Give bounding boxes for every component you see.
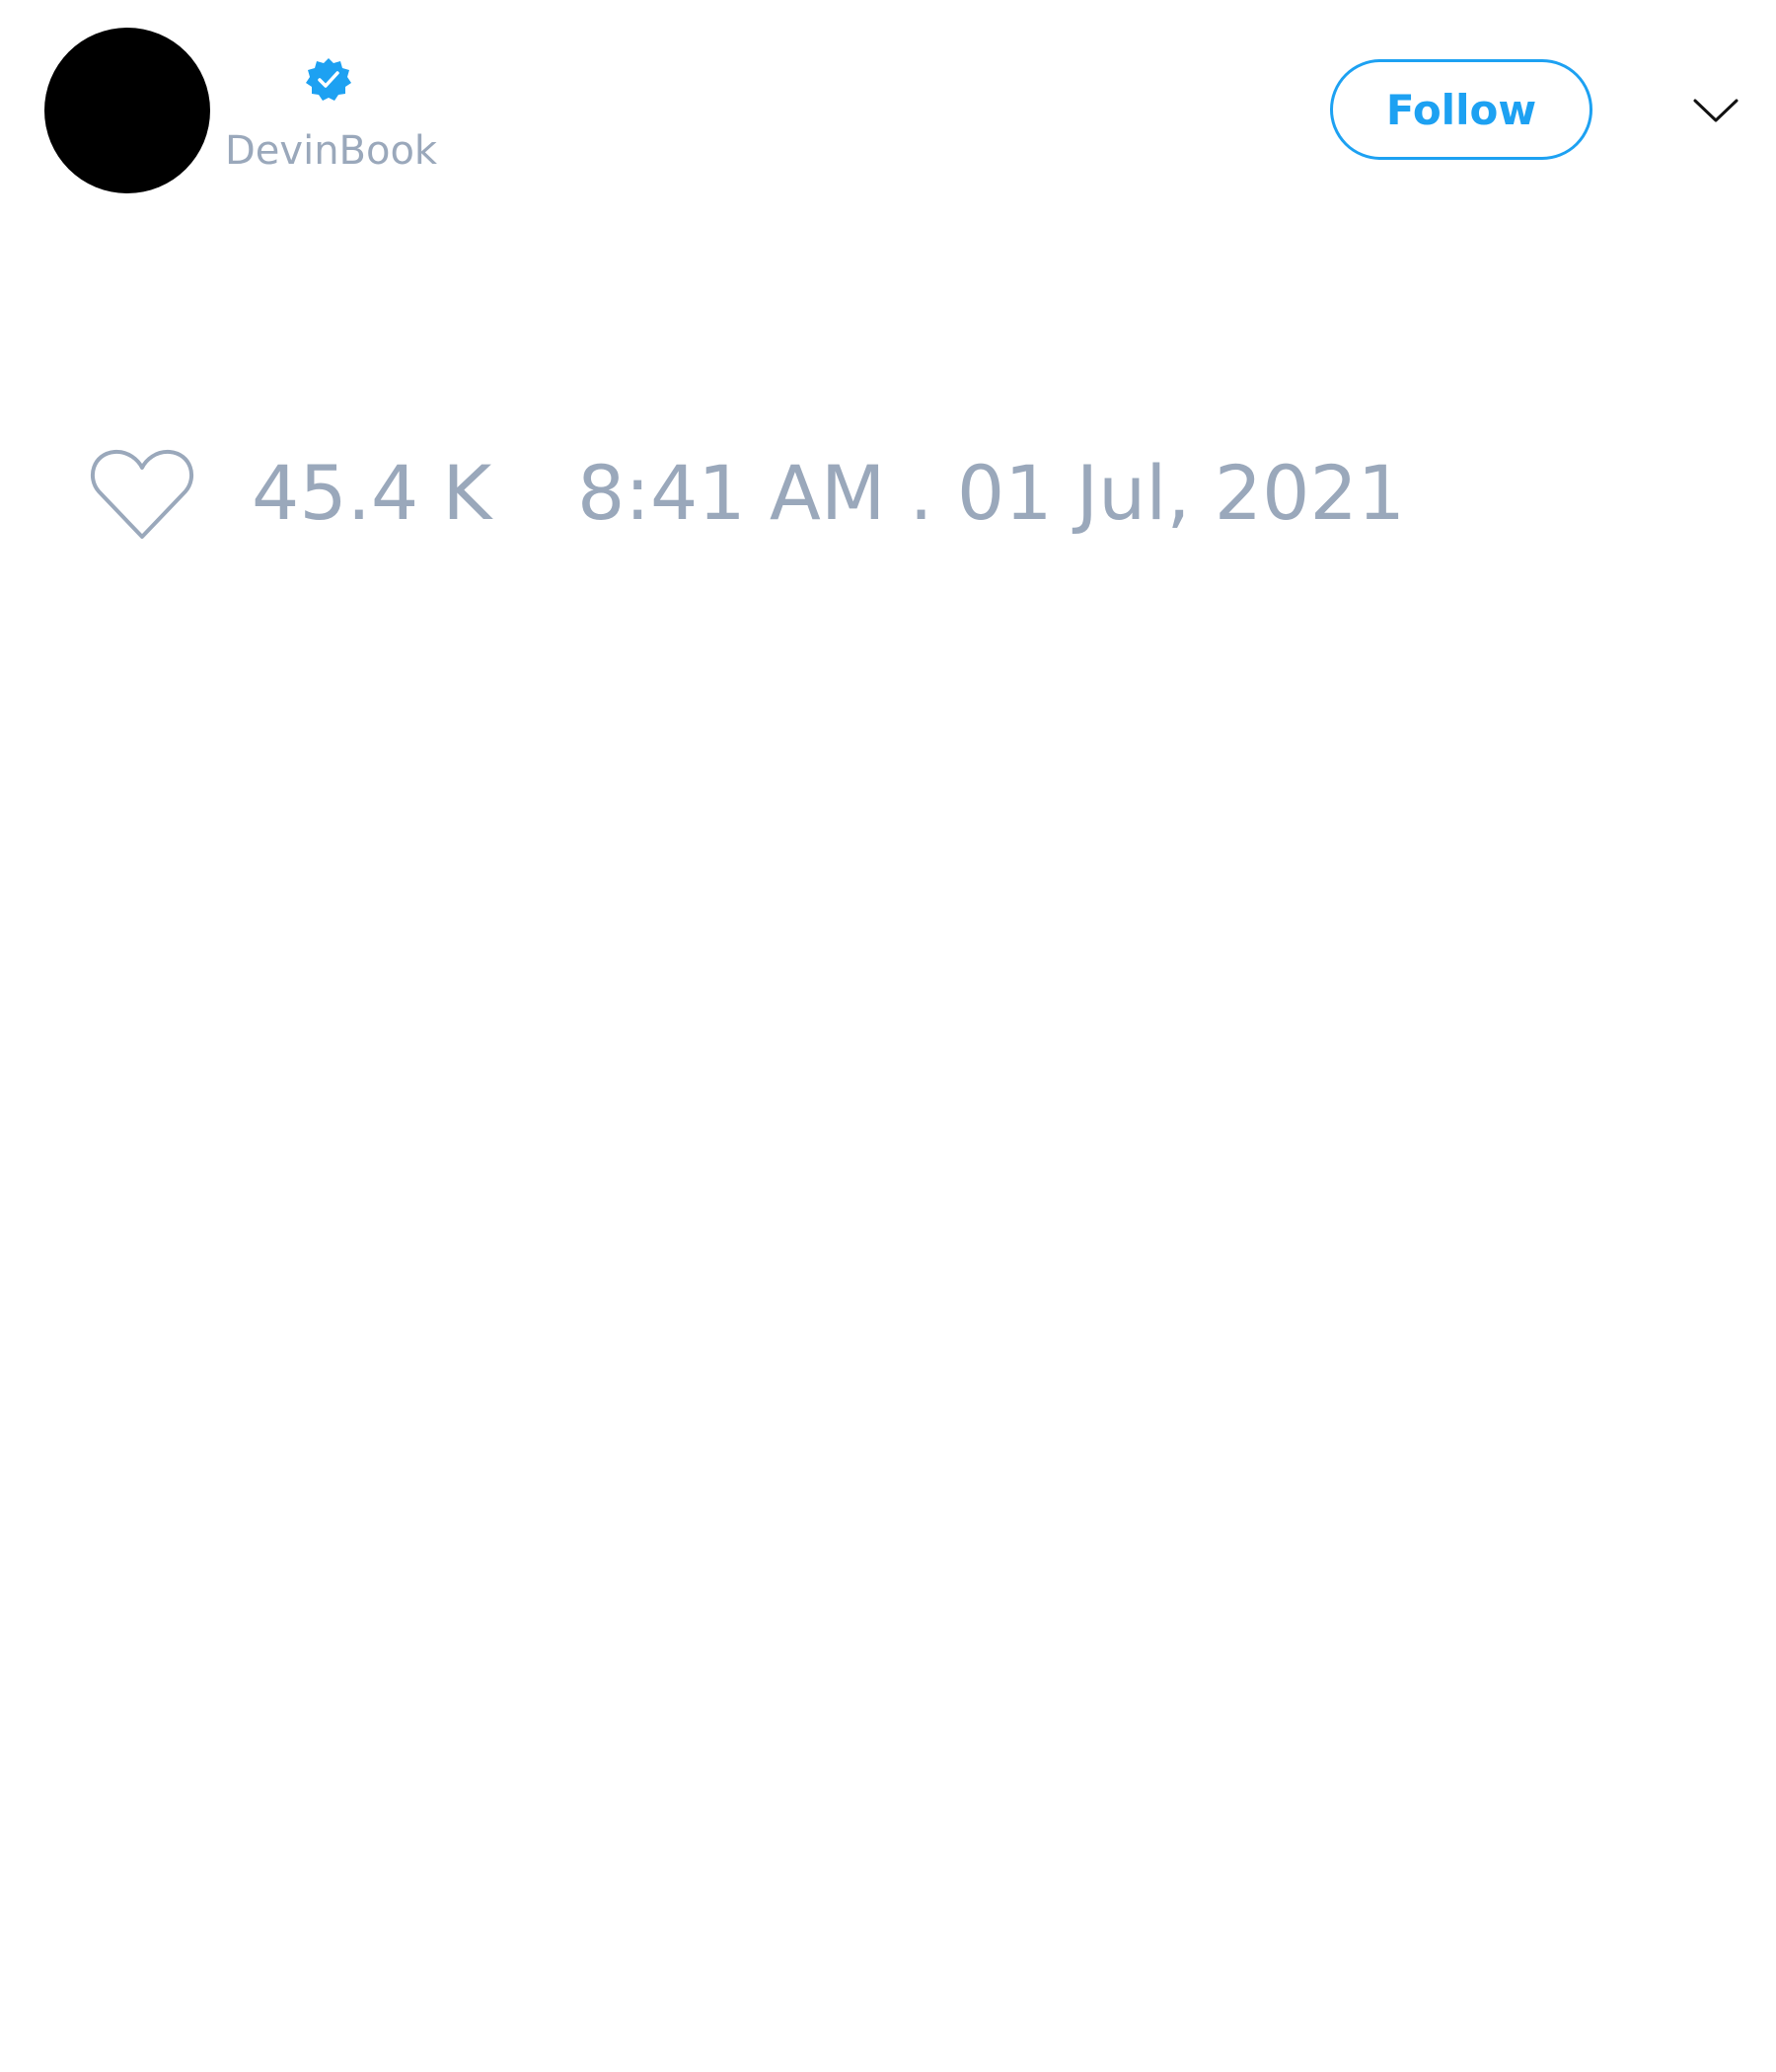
like-count: 45.4 K xyxy=(252,449,492,537)
timestamp[interactable]: 8:41 AM . 01 Jul, 2021 xyxy=(577,449,1405,538)
username[interactable]: DevinBook xyxy=(225,126,437,176)
tweet-header: DevinBook Follow xyxy=(0,0,1776,227)
tweet-card: DevinBook Follow 45.4 K 8:41 AM . 01 Jul… xyxy=(0,0,1776,2072)
heart-icon[interactable] xyxy=(89,446,195,541)
follow-button[interactable]: Follow xyxy=(1330,59,1592,160)
verified-badge-icon xyxy=(305,56,352,104)
chevron-down-icon[interactable] xyxy=(1691,91,1740,130)
avatar[interactable] xyxy=(44,28,210,193)
